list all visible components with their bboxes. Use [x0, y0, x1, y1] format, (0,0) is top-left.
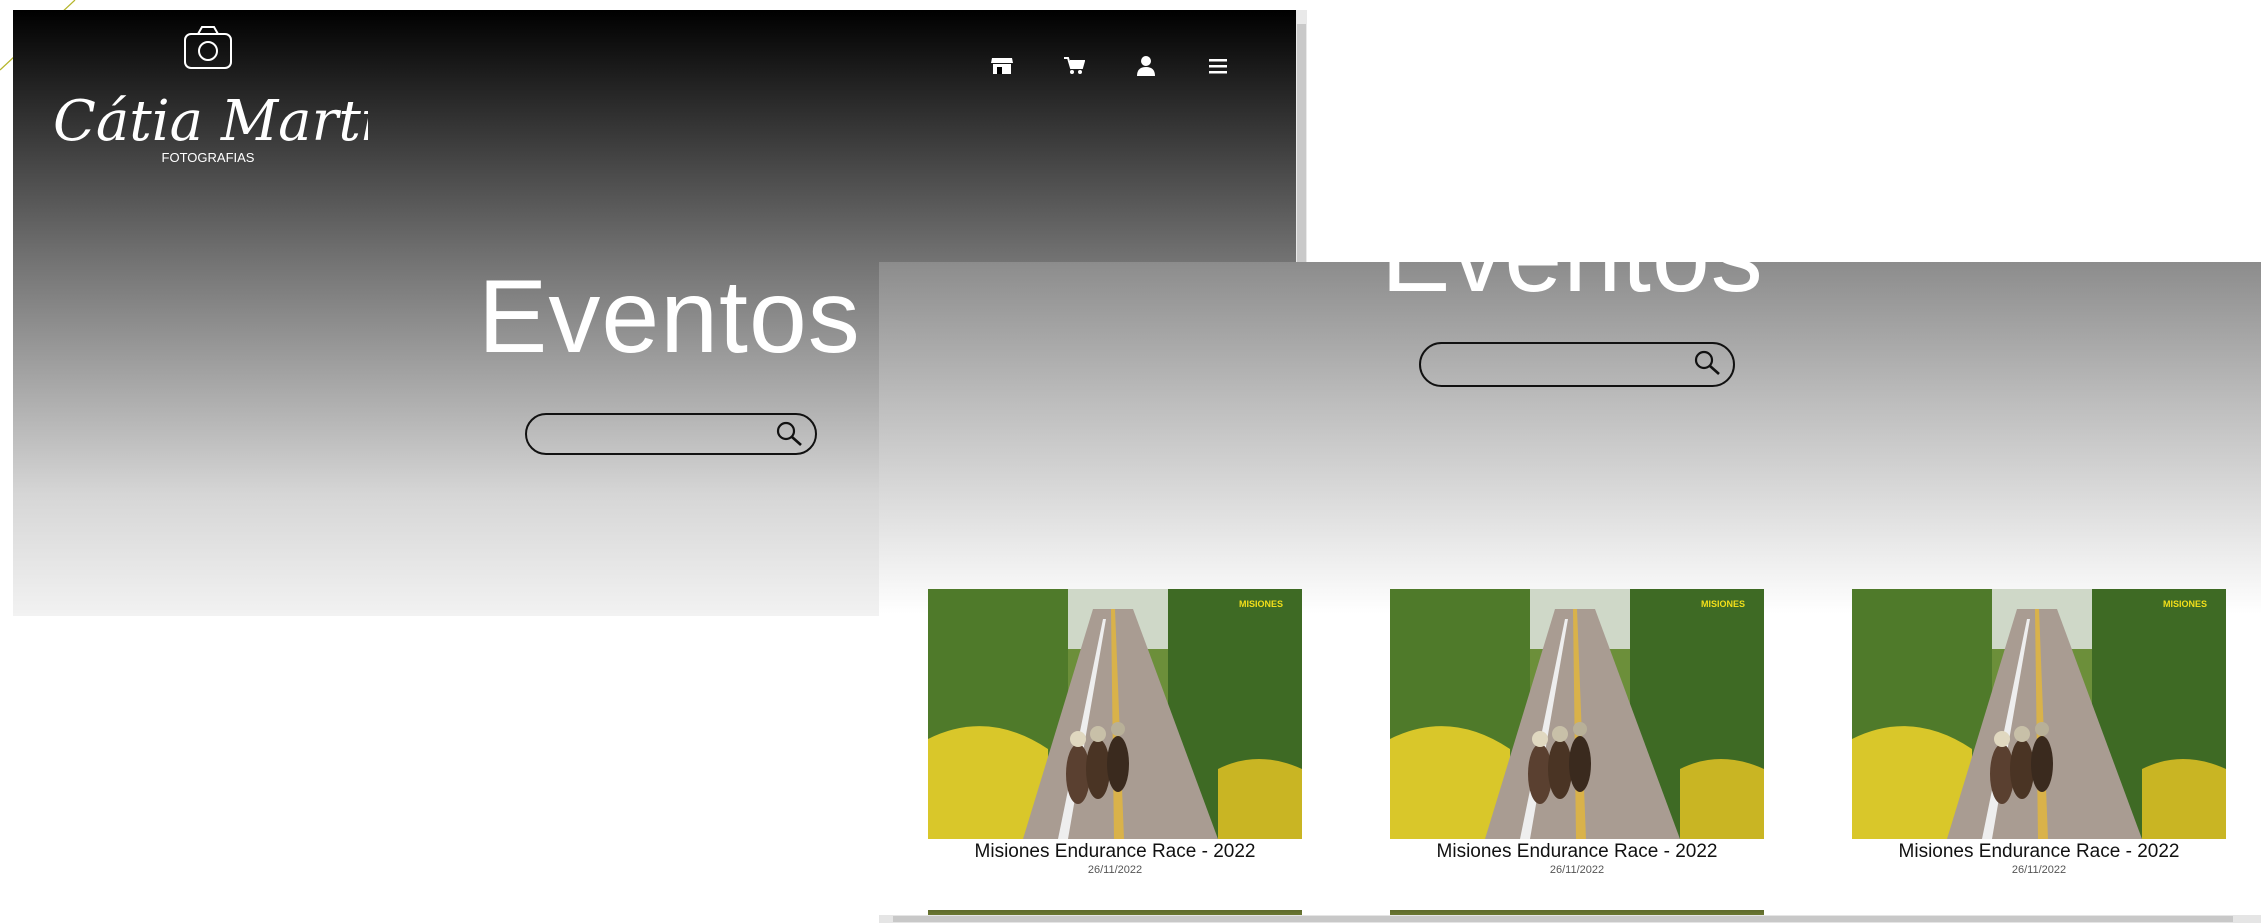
logo-subtitle: FOTOGRAFIAS — [162, 150, 255, 165]
page-title-scrolled: Eventos — [1381, 262, 1764, 308]
cart-icon[interactable] — [1038, 46, 1110, 86]
search-input[interactable] — [541, 421, 765, 449]
scrollbar-horizontal[interactable] — [879, 915, 2261, 923]
events-listing-view: Eventos — [879, 262, 2261, 923]
event-date: 26/11/2022 — [2011, 864, 2067, 876]
logo-script-text: Cátia Martins — [53, 89, 368, 154]
search-input-scrolled[interactable] — [1435, 350, 1659, 378]
user-icon[interactable] — [1110, 46, 1182, 86]
brand-logo[interactable]: Cátia Martins FOTOGRAFIAS — [48, 22, 444, 172]
hero-section: Eventos — [879, 262, 2261, 614]
photo-badge: MISIONES — [1239, 599, 1283, 609]
event-card[interactable]: MISIONES Misiones Endurance Race - 2022 … — [1390, 589, 1764, 877]
search-icon[interactable] — [1691, 348, 1725, 378]
top-nav — [966, 46, 1254, 86]
page-title: Eventos — [478, 259, 861, 375]
event-title[interactable]: Misiones Endurance Race - 2022 — [1852, 841, 2226, 863]
event-card[interactable]: MISIONES Misiones Endurance Race - 2022 … — [928, 589, 1302, 877]
event-title[interactable]: Misiones Endurance Race - 2022 — [928, 841, 1302, 863]
event-card[interactable]: MISIONES Misiones Endurance Race - 2022 … — [1852, 589, 2226, 877]
scrollbar-thumb[interactable] — [893, 916, 2233, 922]
store-icon[interactable] — [966, 46, 1038, 86]
event-photo[interactable]: MISIONES — [928, 589, 1302, 839]
event-date: 26/11/2022 — [1549, 864, 1605, 876]
event-photo[interactable]: MISIONES — [1390, 589, 1764, 839]
search-bar — [525, 413, 817, 455]
scrollbar-thumb[interactable] — [1297, 24, 1306, 262]
scrollbar-vertical[interactable] — [1296, 10, 1307, 262]
event-date: 26/11/2022 — [1087, 864, 1143, 876]
photo-badge: MISIONES — [1701, 599, 1745, 609]
camera-logo-icon: Cátia Martins FOTOGRAFIAS — [53, 26, 444, 165]
event-title[interactable]: Misiones Endurance Race - 2022 — [1390, 841, 1764, 863]
event-photo[interactable]: MISIONES — [1852, 589, 2226, 839]
search-bar-scrolled — [1419, 342, 1735, 387]
photo-badge: MISIONES — [2163, 599, 2207, 609]
menu-icon[interactable] — [1182, 46, 1254, 86]
events-grid: MISIONES Misiones Endurance Race - 2022 … — [928, 589, 2226, 877]
search-icon[interactable] — [773, 419, 807, 449]
